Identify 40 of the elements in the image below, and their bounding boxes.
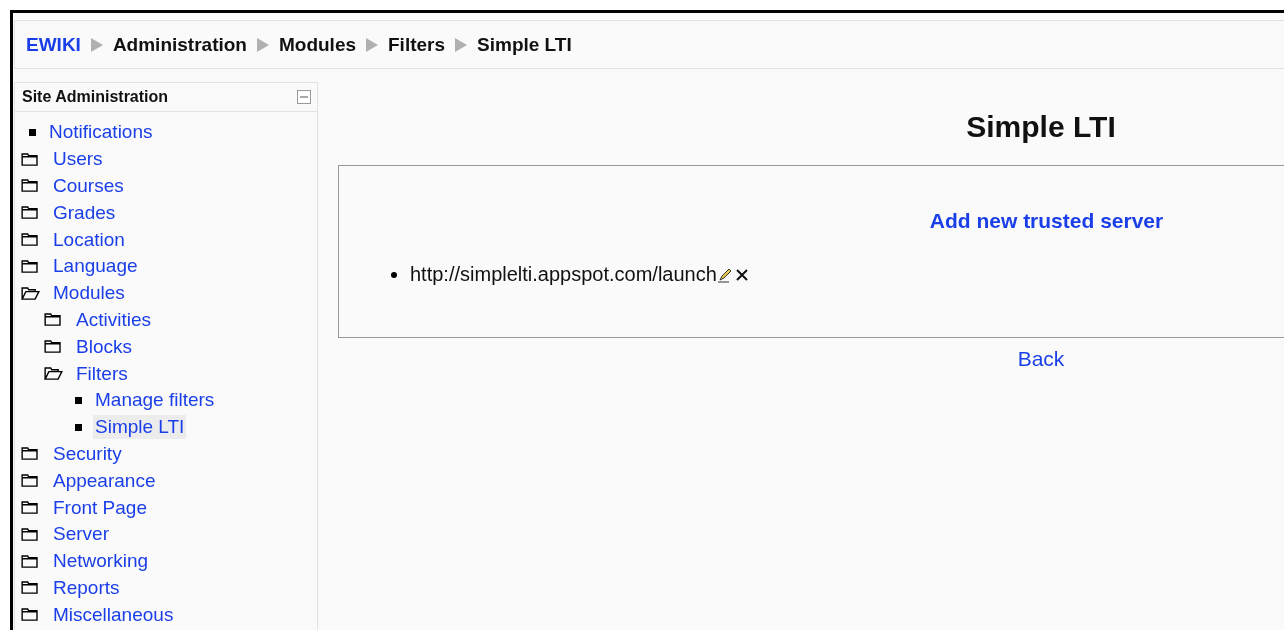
square-bullet-icon [75,423,82,431]
list-bullet-icon [391,271,397,278]
breadcrumb-item: Administration [112,33,247,56]
server-url: http://simplelti.appspot.com/launch [410,263,717,286]
tree-item[interactable]: Reports [51,575,122,600]
tree-item[interactable]: Networking [51,549,151,574]
tree-item[interactable]: Location [51,227,127,252]
sidebar-title: Site Administration [22,88,169,106]
tree-item[interactable]: Notifications [47,120,155,145]
tree-item[interactable]: Server [51,522,111,547]
tree-item[interactable]: Appearance [51,468,158,493]
breadcrumb-item: Simple LTI [477,33,572,56]
tree-item[interactable]: Security [51,441,124,466]
tree-item[interactable]: Grades [51,200,118,225]
tree-item[interactable]: Activities [74,307,153,332]
tree-item[interactable]: Manage filters [93,388,217,413]
tree-item[interactable]: Filters [74,361,130,386]
tree-item[interactable]: Blocks [74,334,134,359]
tree-item[interactable]: Miscellaneous [51,602,176,627]
square-bullet-icon [29,128,36,136]
collapse-icon[interactable] [297,90,311,104]
back-link[interactable]: Back [1017,347,1065,370]
add-server-link[interactable]: Add new trusted server [929,209,1164,232]
tree-item[interactable]: Language [51,254,140,279]
tree-item[interactable]: Front Page [51,495,149,520]
tree-item[interactable]: Users [51,147,105,172]
separator-arrow-icon [256,37,269,52]
separator-arrow-icon [90,37,103,52]
breadcrumb-item: Modules [278,33,356,56]
square-bullet-icon [75,396,82,404]
close-icon[interactable] [735,268,748,281]
tree-item[interactable]: Courses [51,174,126,198]
separator-arrow-icon [455,37,468,52]
separator-arrow-icon [366,37,378,52]
breadcrumb-item: Filters [388,33,446,56]
pencil-icon[interactable] [716,266,733,283]
tree-item[interactable]: Simple LTI [93,415,187,440]
breadcrumb-link[interactable]: EWIKI [26,33,81,56]
tree-item[interactable]: Modules [51,281,127,306]
page-title: Simple LTI [965,110,1117,144]
